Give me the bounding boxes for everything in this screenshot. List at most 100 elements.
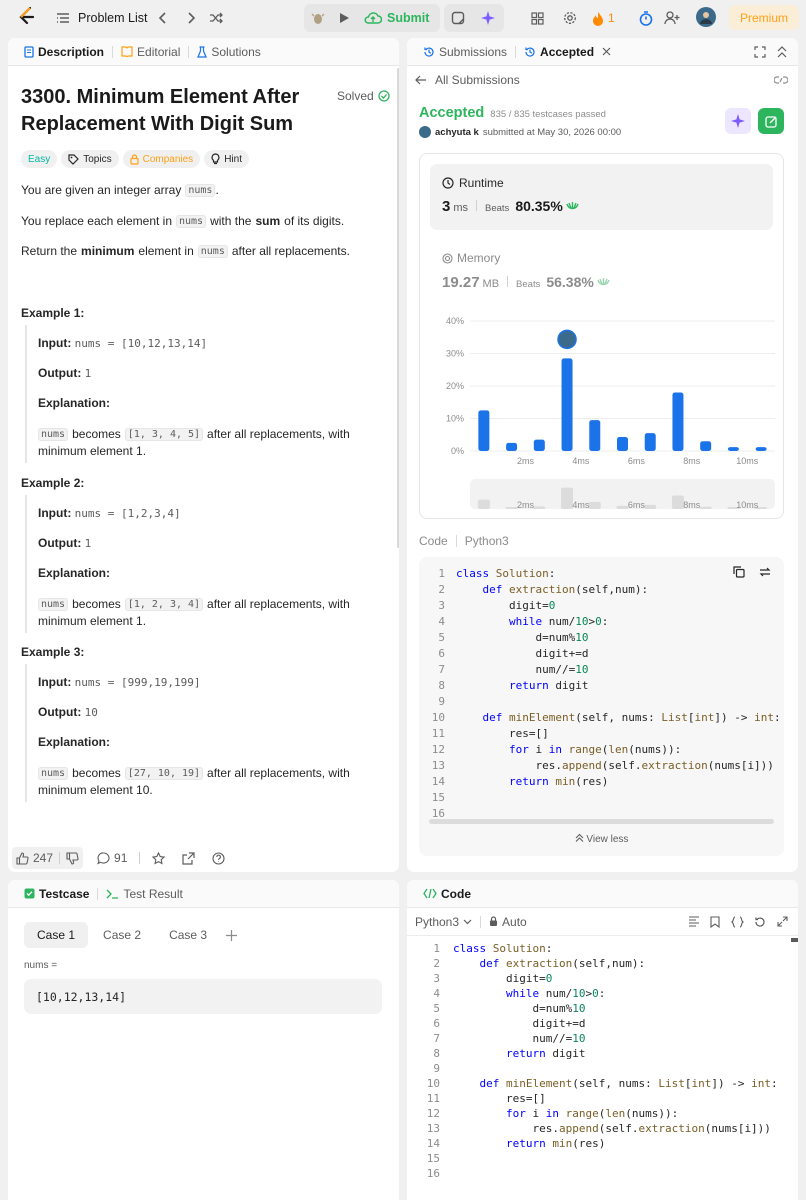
ai-analyze-button[interactable]	[725, 108, 751, 134]
close-icon[interactable]	[602, 47, 611, 56]
line-number: 10	[431, 711, 445, 724]
tab-solutions[interactable]: Solutions	[189, 38, 268, 66]
expand-icon[interactable]	[777, 916, 788, 927]
testcase-panel: Testcase Test Result Case 1 Case 2 Case …	[8, 880, 399, 1200]
input-label: Input:	[38, 506, 72, 520]
code-line: 16	[407, 1166, 778, 1181]
debug-button[interactable]	[308, 8, 328, 28]
editor-scrollbar[interactable]	[791, 938, 798, 942]
accepted-status: Accepted	[419, 105, 485, 121]
star-icon[interactable]	[152, 851, 166, 865]
editorial-write-button[interactable]	[758, 108, 784, 134]
tab-description-label: Description	[38, 44, 105, 59]
problem-list-button[interactable]: Problem List	[56, 10, 147, 26]
swap-icon[interactable]	[759, 566, 771, 578]
code-line: 8 return digit	[419, 678, 781, 694]
code-line: 13 res.append(self.extraction(nums[i]))	[419, 758, 781, 774]
nums-input[interactable]: [10,12,13,14]	[24, 979, 382, 1014]
bookmark-icon[interactable]	[710, 916, 720, 928]
text: minimum element 10.	[38, 783, 153, 797]
tab-description[interactable]: Description	[16, 38, 112, 66]
notes-button[interactable]	[448, 8, 468, 28]
runtime-beats: 80.35%	[515, 198, 563, 214]
thumbs-down-icon[interactable]	[66, 851, 79, 865]
invite-button[interactable]	[662, 8, 682, 28]
horizontal-scrollbar[interactable]	[429, 819, 774, 824]
tab-submissions-label: Submissions	[439, 44, 508, 59]
scrollbar[interactable]	[397, 68, 399, 548]
layout-button[interactable]	[528, 9, 546, 27]
tab-testcase[interactable]: Testcase	[16, 880, 97, 908]
code-line: 10 def minElement(self, nums: List[int])…	[419, 710, 781, 726]
y-tick-label: 0%	[451, 446, 464, 456]
output-label: Output:	[38, 536, 82, 550]
thumbs-up-icon[interactable]	[16, 851, 29, 865]
tab-editorial-label: Editorial	[137, 44, 181, 59]
tab-code[interactable]: Code	[415, 880, 479, 908]
settings-button[interactable]	[561, 9, 579, 27]
comment-icon[interactable]	[97, 851, 110, 865]
prev-problem-button[interactable]	[154, 9, 172, 27]
tab-submissions[interactable]: Submissions	[415, 38, 515, 66]
auto-mode[interactable]: Auto	[489, 915, 527, 929]
text: minimum element 1.	[38, 614, 147, 628]
chevron-up-icon[interactable]	[777, 46, 787, 58]
copy-icon[interactable]	[733, 566, 745, 578]
submit-label: Submit	[387, 11, 430, 25]
braces-icon[interactable]	[731, 916, 744, 928]
help-icon[interactable]	[212, 851, 225, 865]
explanation-label: Explanation:	[38, 566, 111, 580]
editor-code-lines[interactable]: 1 class Solution: 2 def extraction(self,nu…	[407, 941, 778, 1181]
ai-assist-button[interactable]	[478, 8, 498, 28]
text: You replace each element in	[21, 214, 172, 228]
tab-test-result[interactable]: Test Result	[98, 880, 190, 908]
user-avatar-icon	[699, 10, 713, 24]
case-2-tab[interactable]: Case 2	[90, 922, 154, 948]
inline-code: nums	[176, 214, 207, 228]
case-3-tab[interactable]: Case 3	[156, 922, 220, 948]
language-select[interactable]: Python3	[415, 915, 472, 929]
chevrons-up-icon	[575, 833, 584, 842]
leetcode-logo[interactable]	[16, 6, 38, 28]
user-avatar-icon[interactable]	[419, 126, 431, 138]
problem-title[interactable]: 3300. Minimum Element After Replacement …	[21, 84, 299, 138]
code-text: return digit	[508, 679, 589, 692]
reset-icon[interactable]	[754, 916, 766, 928]
hint-chip[interactable]: Hint	[204, 150, 249, 168]
case-1-tab[interactable]: Case 1	[24, 922, 89, 948]
brush-bar	[561, 487, 574, 509]
streak-counter[interactable]: 1	[592, 9, 615, 27]
text: Return the	[21, 244, 78, 258]
timer-button[interactable]	[636, 8, 656, 28]
code-text: d=num%10	[453, 1002, 586, 1015]
run-button[interactable]	[334, 8, 354, 28]
avatar[interactable]	[696, 7, 716, 27]
submit-button[interactable]: Submit	[364, 7, 429, 29]
testcases-passed: 835 / 835 testcases passed	[490, 109, 606, 120]
line-number: 12	[426, 1107, 440, 1120]
runtime-box[interactable]: Runtime 3 ms Beats 80.35%	[430, 164, 773, 230]
plus-icon[interactable]	[226, 929, 238, 941]
all-submissions-link[interactable]: All Submissions	[415, 73, 520, 87]
code-line: 7 num//=10	[407, 1031, 778, 1046]
bold-text: minimum	[81, 244, 135, 258]
code-text: return min(res)	[505, 1137, 606, 1150]
submitter-name[interactable]: achyuta k	[435, 127, 479, 138]
share-icon[interactable]	[182, 851, 195, 865]
view-less-button[interactable]: View less	[419, 833, 784, 845]
runtime-distribution-chart[interactable]: 40% 30% 20% 10% 0% 2ms 4ms 6ms 8ms 10ms 2ms 4ms 6ms 8…	[420, 309, 785, 514]
next-problem-button[interactable]	[182, 9, 200, 27]
premium-button[interactable]: Premium	[729, 5, 799, 30]
topics-chip[interactable]: Topics	[61, 150, 119, 168]
format-icon[interactable]	[688, 916, 700, 927]
code-lines: 1 class Solution: 2 def extraction(self,nu…	[419, 566, 781, 822]
code-line: 11 res=[]	[419, 726, 781, 742]
memory-header[interactable]: Memory	[442, 251, 500, 265]
companies-chip[interactable]: Companies	[122, 150, 201, 168]
comment-count: 91	[114, 851, 128, 865]
link-icon[interactable]	[774, 74, 788, 86]
tab-editorial[interactable]: Editorial	[113, 38, 188, 66]
shuffle-button[interactable]	[207, 9, 225, 27]
tab-accepted[interactable]: Accepted	[516, 38, 619, 66]
maximize-icon[interactable]	[754, 46, 766, 58]
